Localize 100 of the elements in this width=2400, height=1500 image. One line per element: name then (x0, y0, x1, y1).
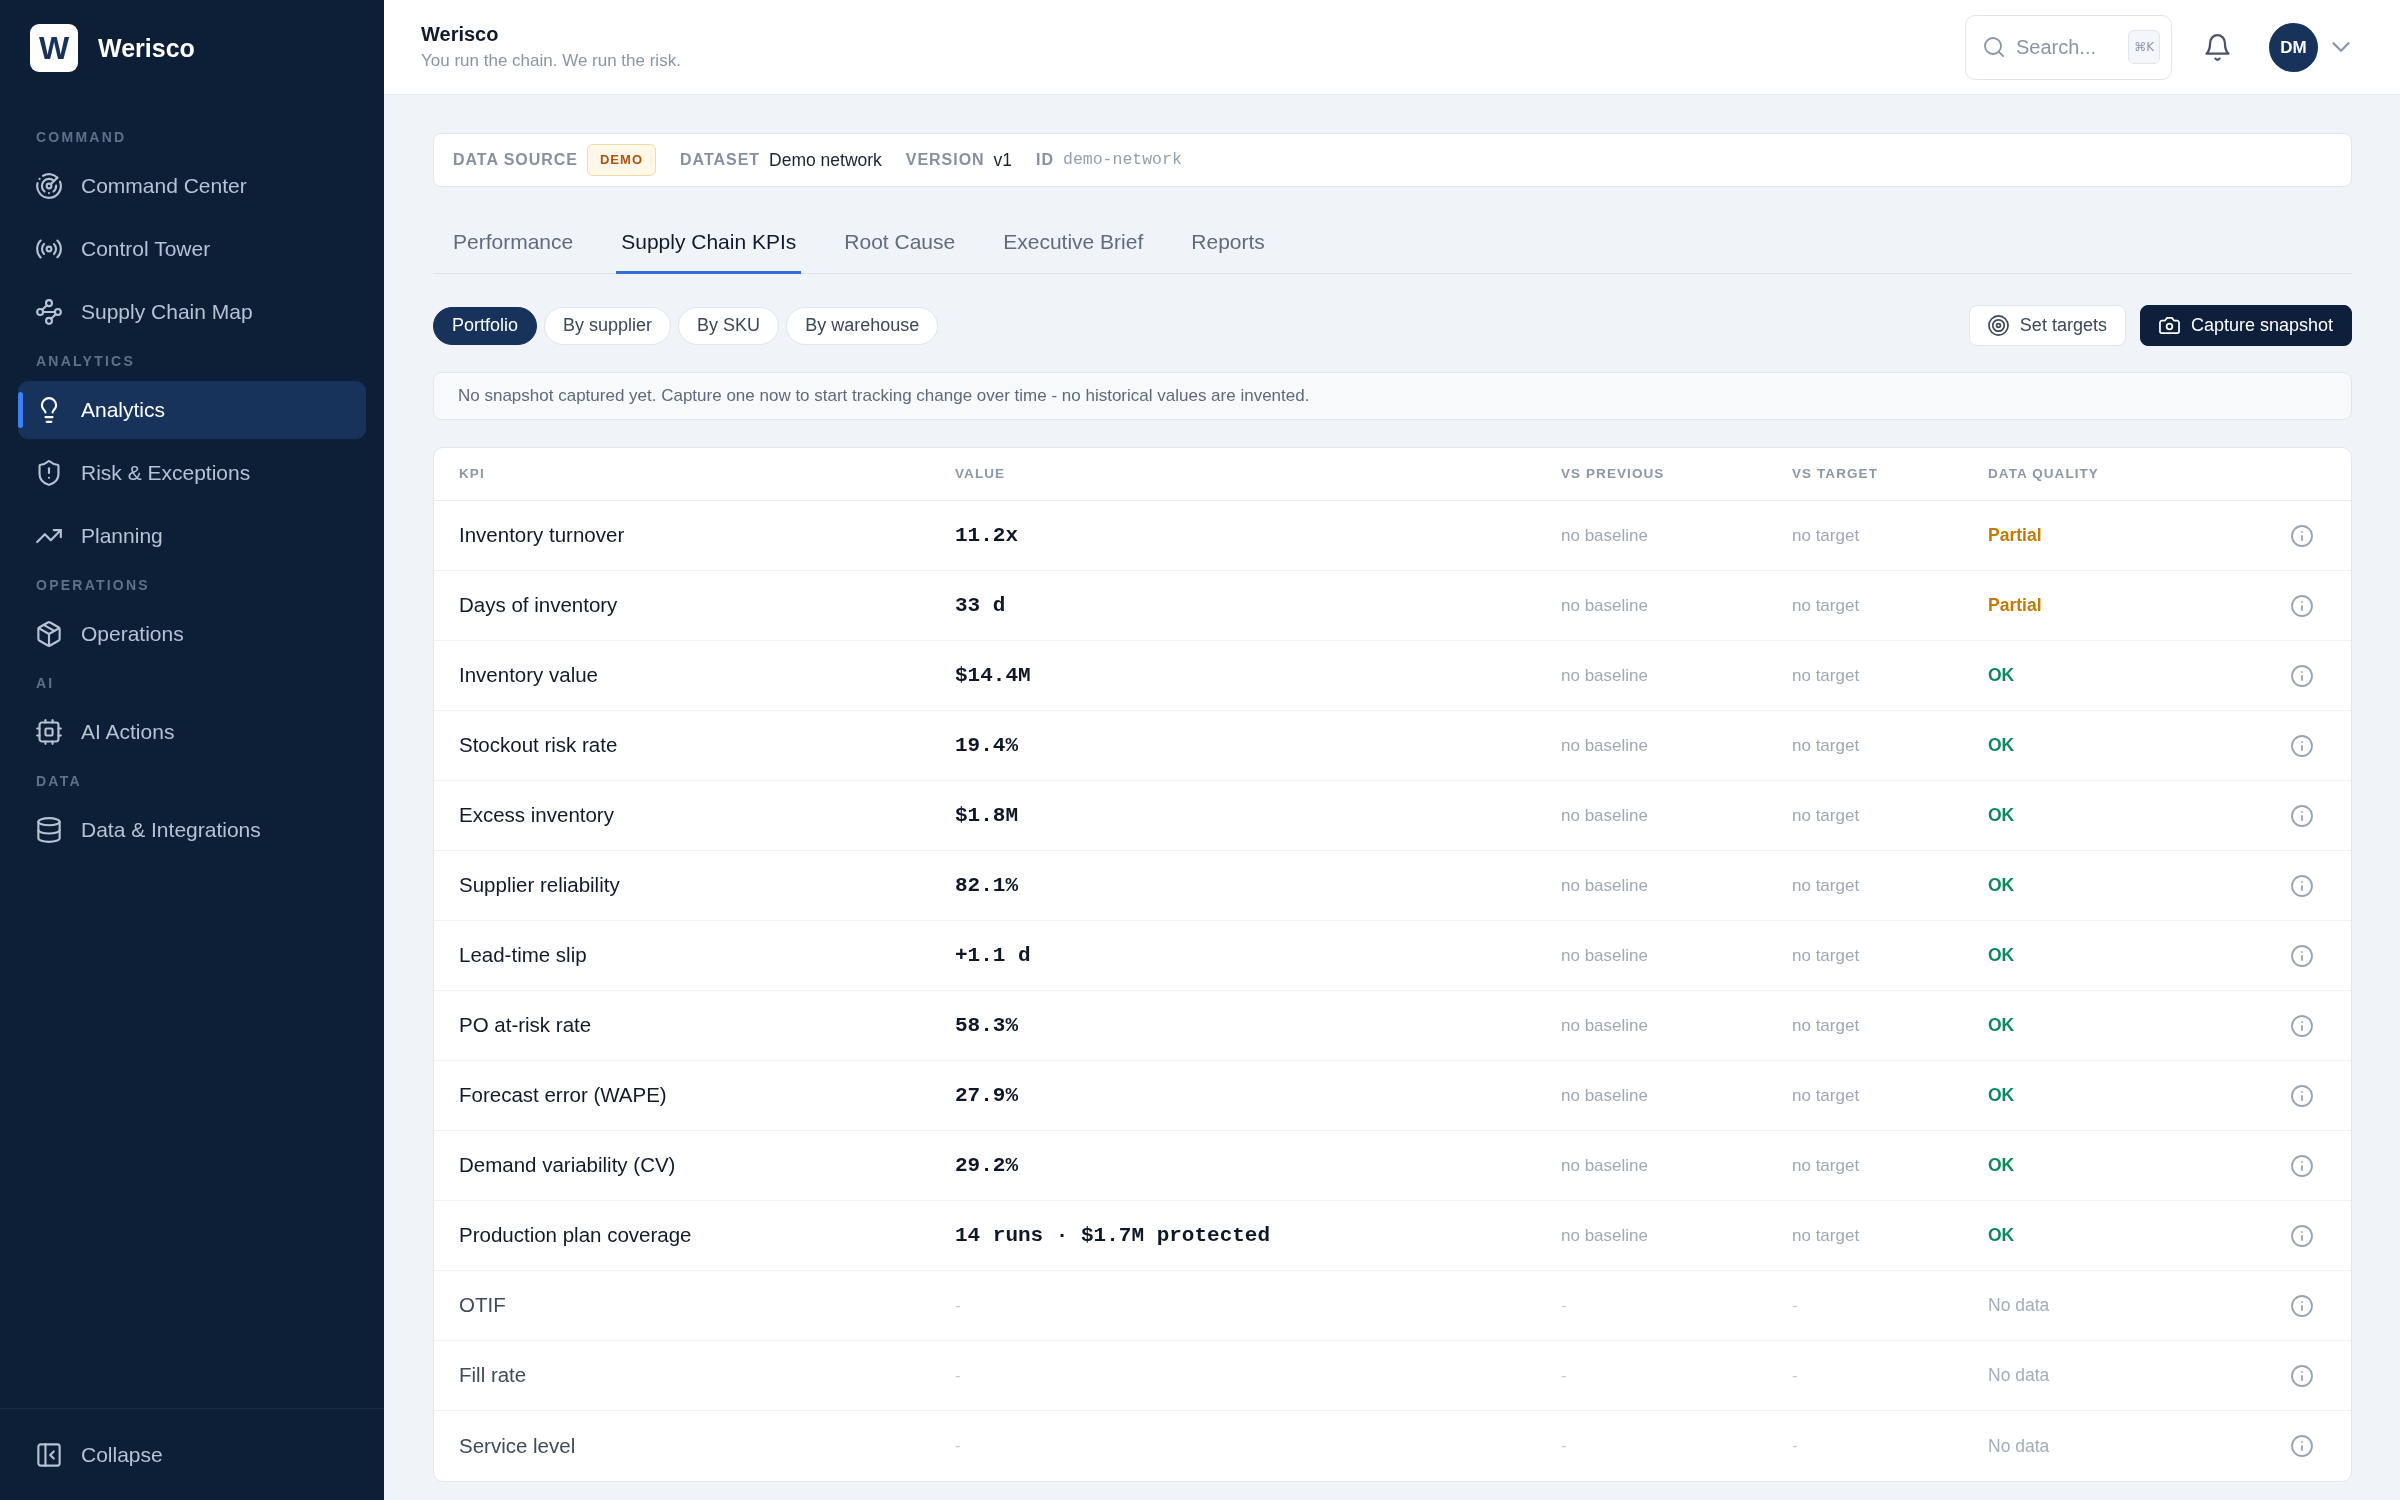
info-icon[interactable] (2291, 1154, 2313, 1177)
nav-item[interactable]: Command Center (18, 157, 366, 215)
table-cell-text: - (955, 1294, 961, 1317)
scope-filter[interactable]: Portfolio (433, 306, 538, 345)
source-badge: DEMO (586, 144, 657, 176)
table-cell-text: Lead-time slip (459, 942, 587, 969)
scope-filter[interactable]: By SKU (678, 306, 780, 345)
collapse-button[interactable]: Collapse (18, 1432, 173, 1477)
logo[interactable]: W (30, 24, 78, 72)
field-label: DATA SOURCE (453, 150, 578, 170)
table-cell-text: - (1561, 1435, 1567, 1458)
table-cell-text: - (955, 1364, 961, 1387)
table-cell-text: No data (1988, 1434, 2050, 1458)
table-cell-text: $1.8M (955, 802, 1018, 829)
camera-icon (2158, 315, 2180, 336)
table-cell-text: 33 d (955, 592, 1006, 619)
table-cell-text: No data (1988, 1294, 2050, 1318)
nav-item[interactable]: Risk & Exceptions (18, 444, 366, 502)
notifications-button[interactable] (2204, 33, 2231, 61)
nav-item[interactable]: Analytics (18, 381, 366, 439)
table-cell-text: Stockout risk rate (459, 732, 618, 759)
table-cell-text: Fill rate (459, 1362, 527, 1389)
table-cell-text: $14.4M (955, 662, 1031, 689)
info-icon[interactable] (2291, 524, 2313, 547)
table-cell-text: Inventory turnover (459, 522, 625, 549)
scope-filter[interactable]: By warehouse (786, 306, 939, 345)
info-icon[interactable] (2291, 594, 2313, 617)
table-cell-text: Production plan coverage (459, 1222, 692, 1249)
column-header: KPI (459, 464, 485, 483)
table-cell-text: Forecast error (WAPE) (459, 1082, 667, 1109)
table-cell-text: no target (1792, 874, 1860, 897)
table-cell-text: no baseline (1561, 944, 1648, 967)
info-icon[interactable] (2291, 1224, 2313, 1247)
brand-name: Werisco (98, 33, 195, 64)
tab[interactable]: Reports (1186, 211, 1270, 274)
info-icon[interactable] (2291, 664, 2313, 687)
tab[interactable]: Supply Chain KPIs (616, 211, 802, 274)
tab[interactable]: Root Cause (839, 211, 961, 274)
shortcut-hint: ⌘K (2128, 29, 2160, 64)
nav-item[interactable]: Control Tower (18, 220, 366, 278)
table-cell-text: no target (1792, 664, 1860, 687)
table-cell-text: 11.2x (955, 522, 1018, 549)
target-icon (1987, 315, 2009, 336)
info-icon[interactable] (2291, 1364, 2313, 1387)
info-icon[interactable] (2291, 874, 2313, 897)
column-header: DATA QUALITY (1988, 464, 2099, 483)
nav-item[interactable]: Operations (18, 605, 366, 663)
nodes-icon (36, 299, 62, 325)
nav-item[interactable]: AI Actions (18, 703, 366, 761)
table-cell-text: OK (1988, 804, 2015, 828)
nav-item[interactable]: Data & Integrations (18, 801, 366, 859)
tab[interactable]: Performance (448, 211, 579, 274)
table-cell-text: no baseline (1561, 1154, 1648, 1177)
table-cell-text: Days of inventory (459, 592, 618, 619)
table-cell-text: 29.2% (955, 1152, 1018, 1179)
table-cell-text: OK (1988, 734, 2015, 758)
table-cell-text: OK (1988, 664, 2015, 688)
table-cell-text: Supplier reliability (459, 872, 620, 899)
table-cell-text: Excess inventory (459, 802, 614, 829)
info-icon[interactable] (2291, 1014, 2313, 1037)
table-cell-text: no target (1792, 1084, 1860, 1107)
table-cell-text: 82.1% (955, 872, 1018, 899)
table-cell-text: no target (1792, 1014, 1860, 1037)
info-icon[interactable] (2291, 804, 2313, 827)
capture-snapshot-button[interactable]: Capture snapshot (2139, 305, 2352, 346)
section-label: ANALYTICS (35, 352, 135, 371)
table-cell-text: OK (1988, 1084, 2015, 1108)
table-cell-text: - (1561, 1364, 1567, 1387)
table-cell-text: Partial (1988, 594, 2042, 618)
table-cell-text: Inventory value (459, 662, 599, 689)
info-icon[interactable] (2291, 734, 2313, 757)
info-icon[interactable] (2291, 1294, 2313, 1317)
nav-item[interactable]: Planning (18, 507, 366, 565)
section-label: AI (35, 674, 55, 693)
table-cell-text: 14 runs · $1.7M protected (955, 1222, 1271, 1249)
table-cell-text: no baseline (1561, 524, 1648, 547)
field-value: Demo network (769, 148, 882, 172)
table-cell-text: no baseline (1561, 1084, 1648, 1107)
info-icon[interactable] (2291, 944, 2313, 967)
set-targets-button[interactable]: Set targets (1968, 305, 2126, 346)
table-cell-text: 58.3% (955, 1012, 1018, 1039)
table-cell-text: no target (1792, 524, 1860, 547)
table-cell-text: 19.4% (955, 732, 1018, 759)
table-cell-text: PO at-risk rate (459, 1012, 592, 1039)
table-cell-text: 27.9% (955, 1082, 1018, 1109)
scope-filter[interactable]: By supplier (544, 306, 672, 345)
table-cell-text: no target (1792, 944, 1860, 967)
tab[interactable]: Executive Brief (998, 211, 1149, 274)
info-icon[interactable] (2291, 1084, 2313, 1107)
section-label: COMMAND (35, 128, 127, 147)
info-icon[interactable] (2291, 1435, 2313, 1457)
table-cell-text: - (1792, 1364, 1798, 1387)
nav-item[interactable]: Supply Chain Map (18, 283, 366, 341)
table-cell-text: no baseline (1561, 1224, 1648, 1247)
avatar[interactable]: DM (2269, 22, 2318, 72)
table-cell-text: no baseline (1561, 804, 1648, 827)
chevron-down-icon[interactable] (2332, 42, 2350, 52)
table-cell-text: OK (1988, 944, 2015, 968)
table-cell-text: no target (1792, 804, 1860, 827)
table-cell-text: no baseline (1561, 1014, 1648, 1037)
